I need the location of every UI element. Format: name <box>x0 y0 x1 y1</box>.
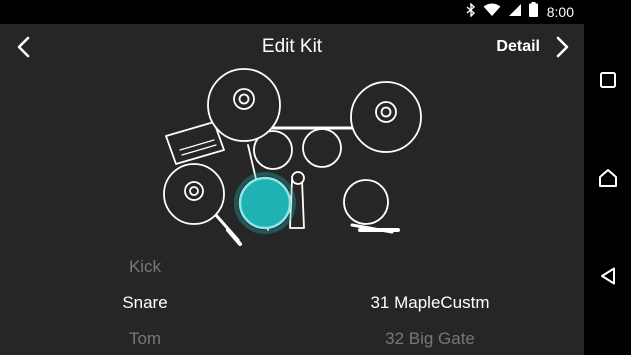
back-icon <box>600 267 615 285</box>
home-icon <box>598 169 617 187</box>
navigation-bar <box>584 0 631 355</box>
wifi-icon <box>483 3 501 22</box>
battery-icon <box>528 2 538 22</box>
recents-button[interactable] <box>584 60 631 100</box>
instrument-option-kick[interactable]: Kick <box>80 257 210 277</box>
chevron-right-icon <box>556 36 569 58</box>
bluetooth-icon <box>466 1 476 22</box>
system-back-button[interactable] <box>584 256 631 296</box>
crash-cymbal[interactable] <box>207 68 281 142</box>
voice-option-next[interactable]: 32 Big Gate <box>330 329 530 349</box>
snare-pad-selected[interactable] <box>238 176 292 230</box>
status-time: 8:00 <box>546 4 574 20</box>
drum-module <box>165 121 225 165</box>
tom-pad-2[interactable] <box>302 128 342 168</box>
cellular-signal-icon <box>508 3 522 22</box>
hi-hat-cymbal[interactable] <box>163 163 225 225</box>
instrument-option-snare[interactable]: Snare <box>80 293 210 313</box>
detail-label: Detail <box>496 38 540 55</box>
status-bar: 8:00 <box>0 0 584 24</box>
floor-tom-pad[interactable] <box>343 179 389 225</box>
drum-kit-diagram <box>163 68 422 246</box>
recents-icon <box>599 72 616 88</box>
detail-button[interactable]: Detail <box>496 32 570 62</box>
home-button[interactable] <box>584 158 631 198</box>
voice-option-selected[interactable]: 31 MapleCustm <box>330 293 530 313</box>
instrument-option-tom[interactable]: Tom <box>80 329 210 349</box>
